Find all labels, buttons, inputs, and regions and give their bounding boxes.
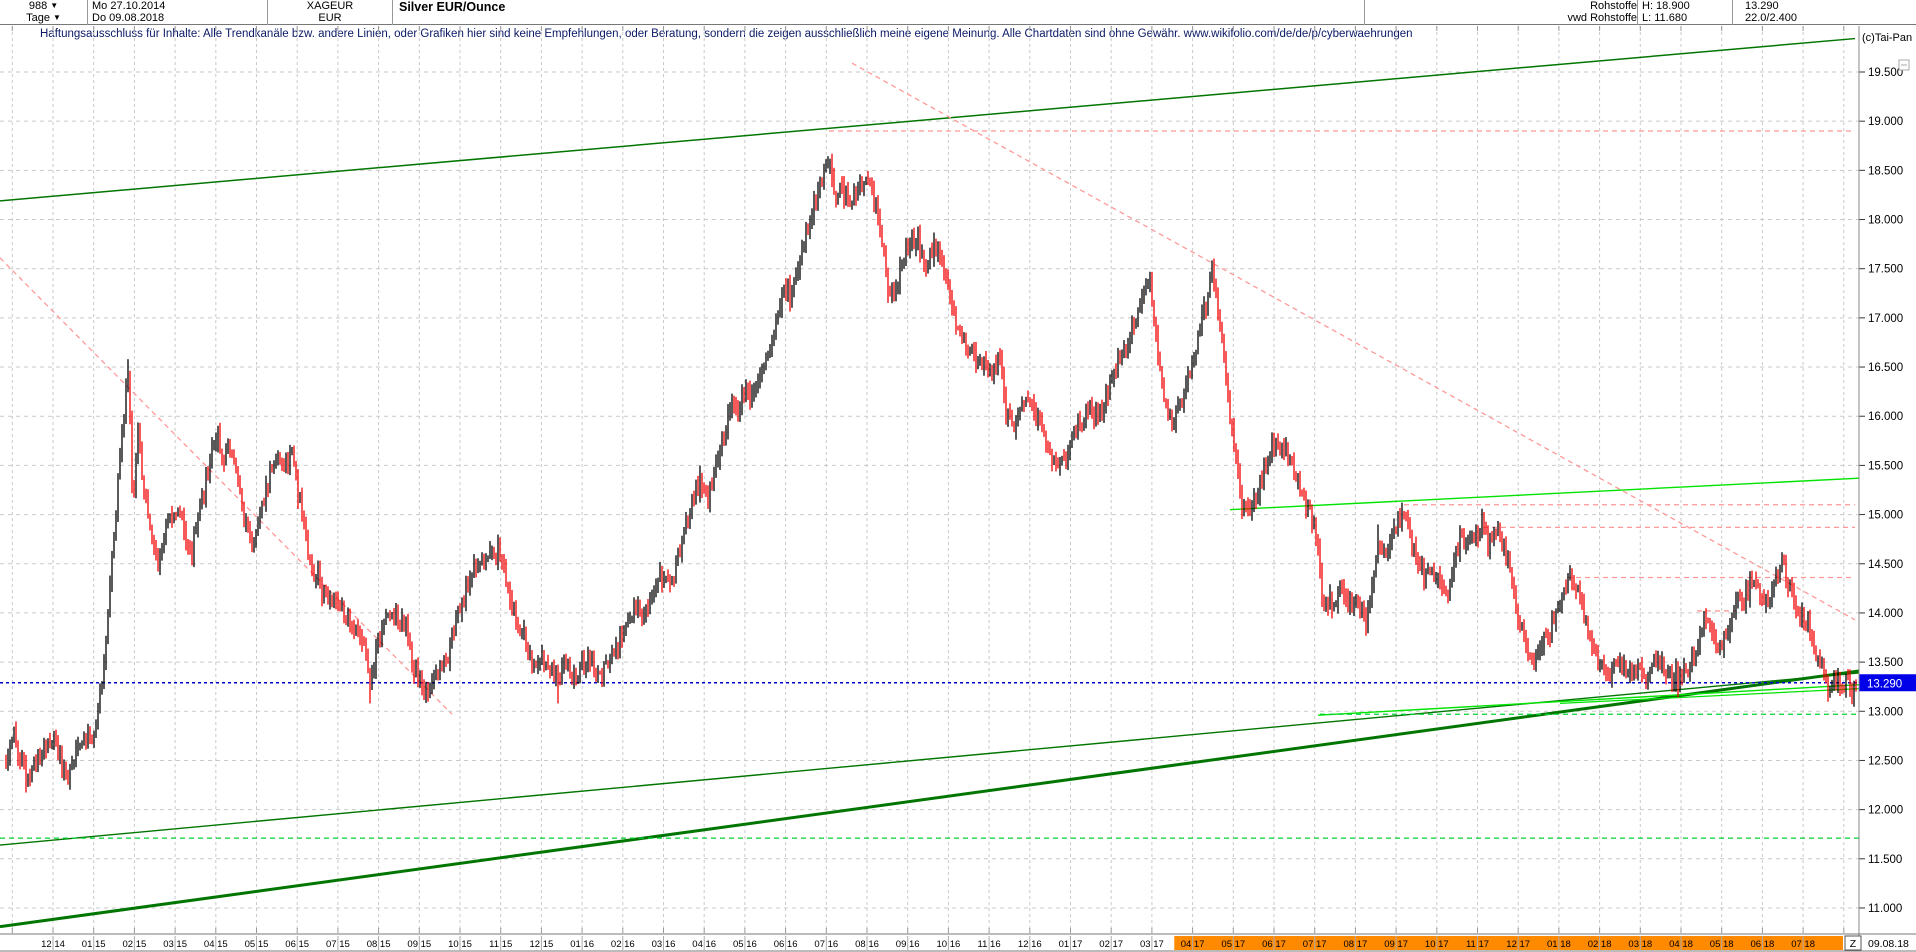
x-axis-month-label: 03 16 bbox=[652, 939, 676, 950]
red-diagonal-main bbox=[852, 63, 1855, 620]
x-axis-month-label: 05 17 bbox=[1221, 939, 1245, 950]
svg-text:Z: Z bbox=[1850, 938, 1857, 950]
zoom-button[interactable]: Z bbox=[1845, 936, 1861, 950]
x-axis-month-label: 02 17 bbox=[1099, 939, 1123, 950]
y-axis-tick-label: 14.000 bbox=[1868, 608, 1903, 620]
price-bars bbox=[6, 154, 1856, 793]
x-axis-month-label: 09 16 bbox=[896, 939, 920, 950]
x-axis-month-label: 11 15 bbox=[489, 939, 512, 950]
x-axis-month-label: 07 16 bbox=[814, 939, 838, 950]
y-axis-tick-label: 12.500 bbox=[1868, 755, 1903, 767]
x-axis-month-label: 03 17 bbox=[1140, 939, 1164, 950]
x-axis-month-label: 08 17 bbox=[1344, 939, 1368, 950]
y-axis-tick-label: 18.000 bbox=[1868, 215, 1903, 227]
x-axis-month-label: 07 15 bbox=[326, 939, 350, 950]
y-axis-tick-label: 11.000 bbox=[1868, 903, 1902, 915]
x-axis-month-label: 01 17 bbox=[1059, 939, 1083, 950]
x-axis-month-label: 05 18 bbox=[1710, 939, 1734, 950]
x-axis-month-label: 04 18 bbox=[1669, 939, 1693, 950]
x-axis-month-label: 10 17 bbox=[1425, 939, 1449, 950]
plot-borders bbox=[0, 26, 1916, 951]
y-axis-tick-label: 18.500 bbox=[1868, 165, 1903, 177]
x-axis-month-label: 04 15 bbox=[204, 939, 228, 950]
x-axis-month-label: 12 14 bbox=[41, 939, 65, 950]
x-axis-month-label: 11 16 bbox=[978, 939, 1001, 950]
y-axis-tick-label: 17.500 bbox=[1868, 264, 1903, 276]
x-axis-month-label: 07 18 bbox=[1791, 939, 1815, 950]
x-axis-month-label: 03 18 bbox=[1628, 939, 1652, 950]
taipan-chart-window: 988▼ Tage▼ Mo 27.10.2014 Do 09.08.2018 X… bbox=[0, 0, 1916, 952]
x-axis-month-label: 09 15 bbox=[407, 939, 431, 950]
y-axis-tick-label: 17.000 bbox=[1868, 313, 1903, 325]
lower-channel-thick bbox=[0, 671, 1859, 927]
x-axis-month-label: 04 16 bbox=[692, 939, 716, 950]
grid-lines bbox=[0, 26, 1859, 933]
x-axis-month-label: 01 18 bbox=[1547, 939, 1571, 950]
y-axis-tick-label: 15.000 bbox=[1868, 510, 1903, 522]
x-axis-month-label: 04 17 bbox=[1181, 939, 1205, 950]
x-axis-month-label: 08 16 bbox=[855, 939, 879, 950]
x-axis-month-label: 09 17 bbox=[1384, 939, 1408, 950]
y-axis-tick-label: 13.500 bbox=[1868, 657, 1903, 669]
x-axis-month-label: 05 15 bbox=[245, 939, 269, 950]
y-axis-labels: 19.500 19.000 18.500 18.000 17.500 17.000 16.5… bbox=[1859, 67, 1903, 915]
y-axis-tick-label: 13.000 bbox=[1868, 706, 1903, 718]
x-axis-month-label: 02 15 bbox=[123, 939, 147, 950]
y-axis-tick-label: 19.000 bbox=[1868, 116, 1903, 128]
x-axis-month-label: 01 15 bbox=[82, 939, 106, 950]
x-axis-month-label: 12 15 bbox=[530, 939, 554, 950]
x-axis-month-label: 12 16 bbox=[1018, 939, 1042, 950]
support-light-1 bbox=[1318, 685, 1859, 715]
y-axis-tick-label: 12.000 bbox=[1868, 805, 1903, 817]
x-axis-month-label: 02 16 bbox=[611, 939, 635, 950]
trend-lines bbox=[0, 39, 1859, 927]
collapse-icon[interactable] bbox=[1899, 60, 1909, 70]
price-chart: 19.500 19.000 18.500 18.000 17.500 17.000 16.5… bbox=[0, 0, 1916, 952]
x-axis-strip: 12 14 01 15 02 15 03 15 04 15 05 15 06 15 07 15… bbox=[41, 936, 1909, 950]
red-diagonal-left bbox=[0, 258, 452, 714]
x-axis-month-label: 10 16 bbox=[937, 939, 961, 950]
axis-end-date: 09.08.18 bbox=[1868, 938, 1909, 950]
y-axis-tick-label: 11.500 bbox=[1868, 854, 1902, 866]
upper-channel bbox=[0, 39, 1855, 201]
y-axis-tick-label: 19.500 bbox=[1868, 67, 1903, 79]
svg-text:13.290: 13.290 bbox=[1867, 678, 1902, 690]
x-axis-month-label: 06 16 bbox=[774, 939, 798, 950]
y-axis-tick-label: 16.000 bbox=[1868, 411, 1903, 423]
x-axis-month-label: 01 16 bbox=[570, 939, 594, 950]
y-axis-tick-label: 14.500 bbox=[1868, 559, 1903, 571]
x-axis-month-label: 10 15 bbox=[448, 939, 472, 950]
x-axis-month-label: 11 17 bbox=[1466, 939, 1489, 950]
y-axis-tick-label: 15.500 bbox=[1868, 460, 1903, 472]
lower-channel-thin bbox=[0, 673, 1859, 845]
x-axis-month-label: 06 17 bbox=[1262, 939, 1286, 950]
x-axis-month-label: 06 18 bbox=[1751, 939, 1775, 950]
x-axis-month-label: 08 15 bbox=[367, 939, 391, 950]
x-axis-month-label: 03 15 bbox=[163, 939, 187, 950]
x-axis-month-label: 02 18 bbox=[1588, 939, 1612, 950]
x-axis-month-label: 07 17 bbox=[1303, 939, 1327, 950]
current-price-label: 13.290 bbox=[1859, 674, 1916, 691]
x-axis-month-label: 06 15 bbox=[285, 939, 309, 950]
x-axis-month-label: 05 16 bbox=[733, 939, 757, 950]
x-axis-month-label: 12 17 bbox=[1506, 939, 1530, 950]
y-axis-tick-label: 16.500 bbox=[1868, 362, 1903, 374]
